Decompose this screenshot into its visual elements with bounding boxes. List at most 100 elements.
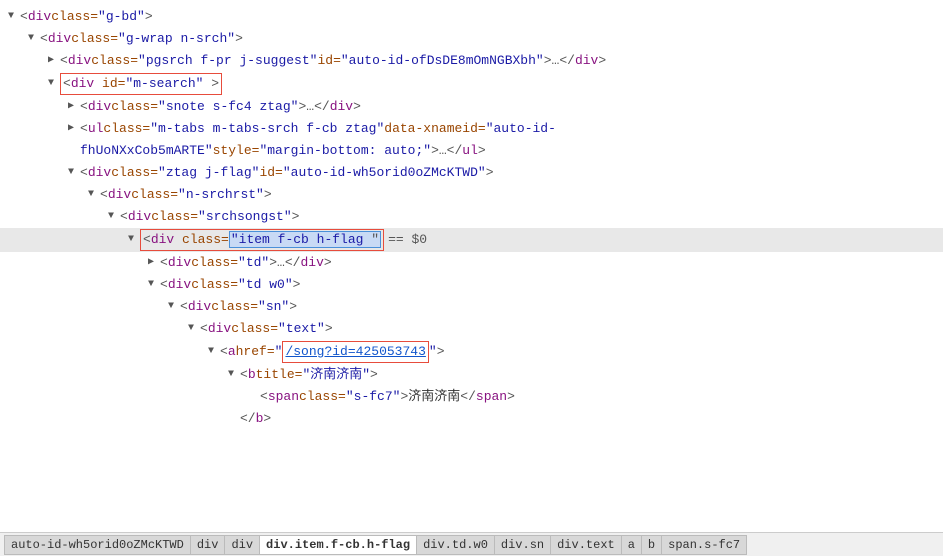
attr-name: class= [211,297,258,317]
collapse-triangle[interactable]: ▼ [48,74,60,94]
tag-bracket: < [220,342,228,362]
attr-value: "pgsrch f-pr j-suggest" [138,51,317,71]
tag-name: div [208,319,231,339]
tag-bracket: < [63,76,71,91]
attr-value: "ztag j-flag" [158,163,259,183]
collapse-triangle[interactable]: ▼ [208,342,220,362]
tag-bracket: > [211,76,219,91]
tag-name: div [28,7,51,27]
code-line: ▼ <div class="g-wrap n-srch" > [0,28,943,50]
tag-bracket: < [60,51,68,71]
tag-bracket: < [40,29,48,49]
collapse-triangle[interactable]: ▼ [128,230,140,250]
breadcrumb-item-3[interactable]: div.item.f-cb.h-flag [259,535,416,555]
tag-name: b [248,365,256,385]
code-line: <span class="s-fc7" >济南济南</span> [0,386,943,408]
collapse-triangle[interactable]: ▼ [68,163,80,183]
tag-bracket: < [100,185,108,205]
tag-bracket: < [240,365,248,385]
tag-name: div [128,207,151,227]
tag-bracket: > [325,319,333,339]
tag-bracket: > [478,141,486,161]
tag-bracket: > [353,97,361,117]
attr-value: "济南济南" [302,365,370,385]
attr-name: class= [191,275,238,295]
breadcrumb-item-5[interactable]: div.sn [494,535,550,555]
link-outlined: /song?id=425053743 [282,341,428,363]
tag-bracket: > [400,387,408,407]
tag-bracket: < [200,319,208,339]
collapse-triangle[interactable]: ▶ [148,253,160,273]
breadcrumb-item-4[interactable]: div.td.w0 [416,535,494,555]
attr-value-highlighted: "item f-cb h-flag " [229,231,381,248]
equals-indicator: == $0 [388,230,427,250]
tag-bracket: > [264,185,272,205]
tag-bracket: >…</ [269,253,300,273]
attr-name: href= [236,342,275,362]
selected-element-box: <div class="item f-cb h-flag " [140,229,384,251]
collapse-triangle[interactable]: ▼ [88,185,100,205]
tag-name: ul [88,119,104,139]
code-panel: ▼ <div class="g-bd" > ▼ <div class="g-wr… [0,0,943,532]
outlined-element: <div id="m-search" > [60,73,222,95]
attr-value: "m-search" [125,76,203,91]
collapse-triangle[interactable]: ▼ [148,275,160,295]
breadcrumb-bar: auto-id-wh5orid0oZMcKTWD div div div.ite… [0,532,943,556]
tag-bracket: > [235,29,243,49]
attr-name: class= [71,29,118,49]
tag-bracket: > [263,409,271,429]
breadcrumb-item-0[interactable]: auto-id-wh5orid0oZMcKTWD [4,535,190,555]
tag-name: ul [462,141,478,161]
attr-value: "snote s-fc4 ztag" [158,97,298,117]
tag-bracket: < [80,163,88,183]
collapse-triangle[interactable]: ▶ [68,97,80,117]
breadcrumb-item-1[interactable]: div [190,535,225,555]
tag-bracket: > [486,163,494,183]
attr-value: " [275,342,283,362]
tag-bracket: < [160,275,168,295]
tag-bracket: < [180,297,188,317]
code-line: ▼ <div class="sn" > [0,296,943,318]
code-line: ▼ <div class="text" > [0,318,943,340]
attr-value: "auto-id- [486,119,556,139]
tag-bracket: >…</ [298,97,329,117]
tag-name: div [300,253,323,273]
attr-name: class= [151,207,198,227]
attr-value: "sn" [258,297,289,317]
tag-bracket: > [370,365,378,385]
tag-bracket: > [507,387,515,407]
tag-name: div [48,29,71,49]
collapse-triangle[interactable]: ▶ [48,51,60,71]
link-href[interactable]: /song?id=425053743 [285,344,425,359]
tag-bracket: < [160,253,168,273]
collapse-triangle[interactable]: ▼ [228,365,240,385]
code-line: ▼ <div class="g-bd" > [0,6,943,28]
breadcrumb-item-2[interactable]: div [224,535,259,555]
tag-name: div [88,163,111,183]
collapse-triangle[interactable]: ▼ [168,297,180,317]
tag-bracket: < [20,7,28,27]
tag-name: span [268,387,299,407]
collapse-triangle[interactable]: ▼ [108,207,120,227]
tag-bracket: > [293,275,301,295]
breadcrumb-item-6[interactable]: div.text [550,535,621,555]
tag-bracket: > [324,253,332,273]
attr-name: class= [51,7,98,27]
attr-value: "g-bd" [98,7,145,27]
breadcrumb-item-8[interactable]: b [641,535,661,555]
collapse-triangle[interactable]: ▶ [68,119,80,139]
attr-name: id= [259,163,282,183]
tag-bracket: < [260,387,268,407]
attr-value: "auto-id-ofDsDE8mOmNGBXbh" [341,51,544,71]
breadcrumb-item-9[interactable]: span.s-fc7 [661,535,747,555]
tag-bracket: </ [460,387,476,407]
tag-name: b [256,409,264,429]
code-line: ▼ <div id="m-search" > [0,72,943,96]
attr-name: class= [111,163,158,183]
collapse-triangle[interactable]: ▼ [28,29,40,49]
tag-name: div [168,253,191,273]
tag-bracket: >…</ [431,141,462,161]
collapse-triangle[interactable]: ▼ [188,319,200,339]
collapse-triangle[interactable]: ▼ [8,7,20,27]
breadcrumb-item-7[interactable]: a [621,535,641,555]
